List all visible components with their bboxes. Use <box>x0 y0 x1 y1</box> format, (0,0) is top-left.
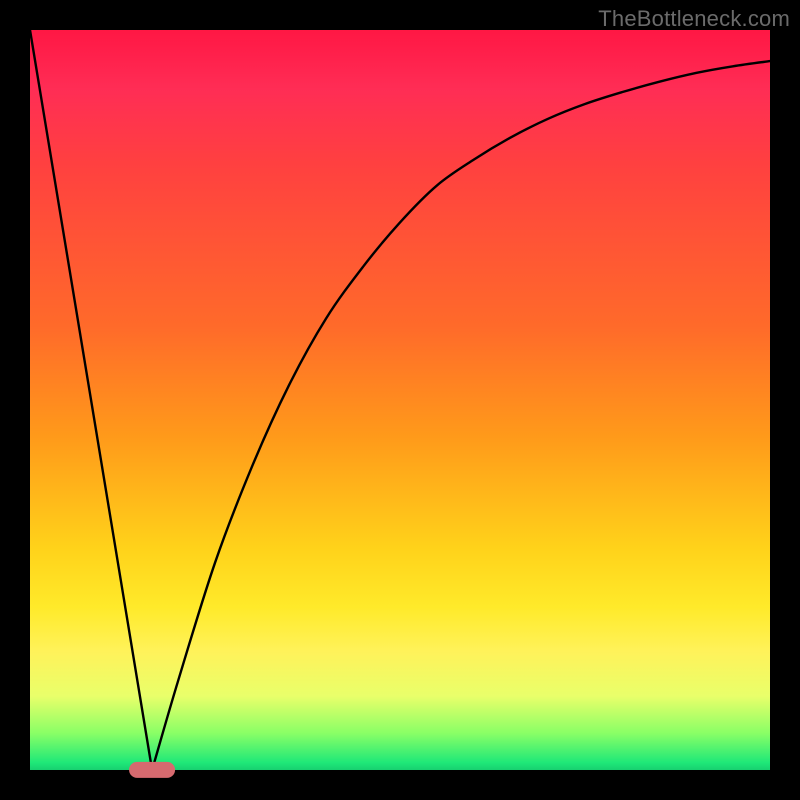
watermark-text: TheBottleneck.com <box>598 6 790 32</box>
curve-right-branch <box>152 61 770 770</box>
plot-area <box>30 30 770 770</box>
curve-left-branch <box>30 30 152 770</box>
curve-svg <box>30 30 770 770</box>
minimum-marker <box>129 762 175 778</box>
chart-root: TheBottleneck.com <box>0 0 800 800</box>
